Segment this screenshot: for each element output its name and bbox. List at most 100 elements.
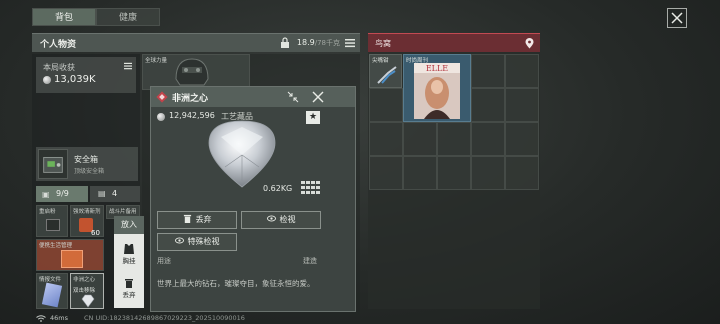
star-icon: ★ [308,112,318,122]
pouch-item-label: 便携生活管理 [39,243,73,249]
earnings-label: 本局收获 [43,63,75,72]
magazine-cover-icon: ELLE [414,63,460,119]
nest-item-pliers[interactable]: 尖嘴钳 [369,54,402,88]
rarity-diamond-icon [156,91,168,103]
pouch-item-label: 强效清新剂 [73,209,101,215]
user-uid: CN UID:18238142689867029223_202510090016 [84,314,245,322]
nest-grid-cell[interactable] [505,88,539,122]
special-inspect-button[interactable]: 特殊检视 [157,233,237,251]
drop-button[interactable]: 丢弃 [157,211,237,229]
weight-max: /78千克 [314,39,340,47]
bird-nest-panel: 鸟窝 尖嘴钳 时尚周刊 ELLE [368,33,540,309]
nest-grid-cell[interactable] [471,54,505,88]
collapse-icon[interactable] [287,91,299,103]
coin-icon [43,76,51,84]
close-inventory-button[interactable] [667,8,687,28]
nest-grid-cell[interactable] [505,156,539,190]
build-label: 建造 [303,257,317,265]
size-grid-icon [301,181,320,194]
bird-nest-header: 鸟窝 [368,33,540,52]
storage-icon: ▤ [98,189,106,198]
nest-grid-cell[interactable] [369,122,403,156]
pouch-bar: ▣ 9/9 ▤ 4 [36,186,141,202]
item-weight: 0.62KG [263,184,293,193]
item-thumbnail [61,250,83,268]
nest-grid-cell[interactable] [437,122,471,156]
close-icon [671,12,683,24]
nest-grid-cell[interactable] [369,156,403,190]
wifi-icon [36,315,46,322]
tab-health[interactable]: 健康 [96,8,160,26]
list-icon[interactable] [124,62,132,70]
weight-readout: 18.9/78千克 [297,38,340,48]
pouch-count-label: 4 [112,189,118,198]
nest-item-magazine[interactable]: 时尚周刊 ELLE [403,54,471,122]
nest-grid-cell[interactable] [505,54,539,88]
pliers-icon [377,66,397,84]
usage-label: 用途 [157,257,171,265]
top-tabs: 背包 健康 [32,8,160,26]
close-icon[interactable] [311,90,325,104]
eye-icon [266,215,276,222]
context-menu-vest-label: 胸挂 [122,257,136,265]
nest-grid-cell[interactable] [403,156,437,190]
briefcase-icon: ▣ [42,190,50,199]
nest-grid-cell[interactable] [471,156,505,190]
safe-box-icon [38,149,68,179]
context-menu-put-in[interactable]: 放入 [114,216,144,234]
double-click-hint: 双击移除 [73,288,96,294]
diamond-gem-image [208,120,276,188]
item-description: 世界上最大的钻石，璀璨夺目，象征永恒的爱。 [157,279,315,288]
inspect-button-label: 检视 [279,215,296,224]
favorite-star-button[interactable]: ★ [306,111,320,124]
pouch-slots-tab[interactable]: ▣ 9/9 [36,186,88,202]
nest-grid-cell[interactable] [471,88,505,122]
context-menu-discard[interactable]: 丢弃 [114,272,144,304]
diamond-icon [81,294,95,308]
context-menu: 放入 胸挂 丢弃 [114,216,144,308]
list-icon[interactable] [345,38,355,48]
pouch-item-slot[interactable]: 强效清新剂 60 [70,205,104,237]
trash-icon [183,214,191,223]
drop-button-label: 丢弃 [195,215,212,224]
safe-box-card[interactable]: 安全箱 顶级安全箱 [36,147,138,181]
helmet-slot-label: 全球力量 [145,58,168,64]
nest-grid-cell[interactable] [505,122,539,156]
item-detail-title: 非洲之心 [172,94,209,104]
item-thumbnail [46,219,60,231]
pouch-item-slot[interactable]: 非洲之心 双击移除 [70,273,104,309]
item-detail-panel: 非洲之心 12,942,596 工艺藏品 ★ 0.62KG 丢弃 检视 特殊检视… [150,86,356,312]
context-menu-vest[interactable]: 胸挂 [114,238,144,270]
earnings-value: 13,039K [54,74,96,85]
pouch-item-label: 重启粉 [39,209,56,215]
eye-icon [174,237,184,244]
pouch-count-tab[interactable]: ▤ 4 [90,186,140,202]
nest-item-label: 尖嘴钳 [372,58,389,64]
vest-icon [124,244,134,254]
safe-box-title: 安全箱 [74,155,98,164]
inspect-button[interactable]: 检视 [241,211,321,229]
item-detail-header: 非洲之心 [151,87,355,107]
nest-grid-cell[interactable] [471,122,505,156]
pouch-item-slot[interactable]: 便携生活管理 [36,239,104,271]
svg-text:ELLE: ELLE [426,64,448,73]
bird-nest-title: 鸟窝 [375,39,391,48]
nest-grid-cell[interactable] [403,122,437,156]
pouch-item-label: 战斗片备用 [109,209,137,215]
personal-supplies-header: 个人物资 18.9/78千克 [32,33,360,52]
pouch-item-slot[interactable]: 情报文件 [36,273,68,309]
pouch-item-label: 非洲之心 [73,277,96,283]
safe-box-subtitle: 顶级安全箱 [74,168,105,175]
tab-backpack[interactable]: 背包 [32,8,96,26]
ping-readout: 46ms [50,314,68,322]
context-menu-discard-label: 丢弃 [122,291,136,299]
weight-current: 18.9 [296,38,315,47]
location-pin-icon[interactable] [525,38,534,49]
pouch-item-slot[interactable]: 重启粉 [36,205,68,237]
nest-grid-cell[interactable] [369,88,403,122]
nest-grid-cell[interactable] [437,156,471,190]
item-thumbnail [41,282,63,308]
coin-icon [157,113,165,121]
earnings-card: 本局收获 13,039K [36,57,136,93]
lock-icon[interactable] [280,37,290,49]
